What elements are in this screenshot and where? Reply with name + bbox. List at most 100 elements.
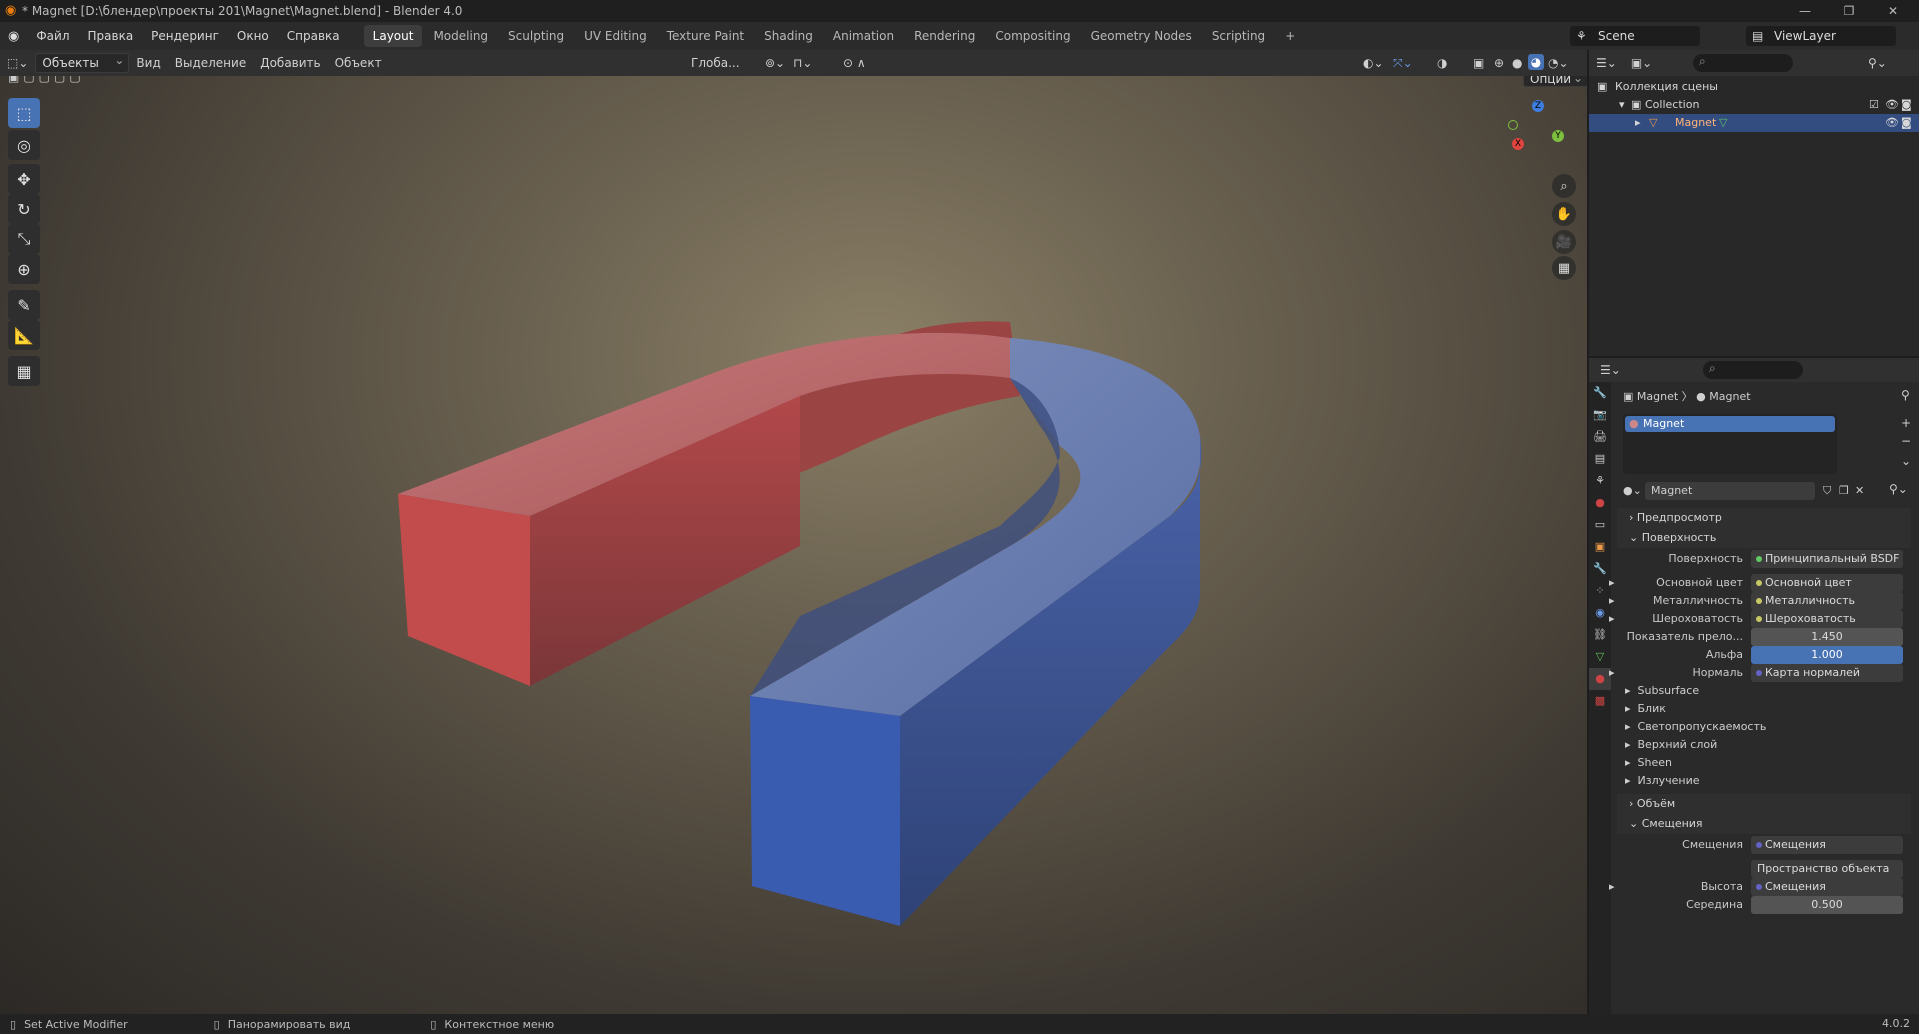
display-mode-icon[interactable]: ▣⌄ [1624, 53, 1659, 73]
displacement-field[interactable]: Смещения [1751, 836, 1903, 854]
ortho-grid-icon[interactable]: ▦ [1552, 256, 1576, 280]
outliner-search-input[interactable]: ⌕ [1693, 54, 1793, 72]
slot-specials-icon[interactable]: ⌄ [1901, 454, 1911, 468]
pan-hand-icon[interactable]: ✋ [1552, 202, 1576, 226]
view-layer-tab-icon[interactable]: ▤ [1589, 448, 1611, 470]
exclude-checkbox[interactable]: ☑ [1869, 96, 1879, 114]
expand-arrow-icon[interactable]: ▸ [1609, 664, 1615, 682]
menu-select[interactable]: Выделение [168, 53, 253, 73]
subpanel-subsurface[interactable]: ▸ Subsurface [1625, 682, 1699, 700]
tab-modeling[interactable]: Modeling [424, 25, 497, 47]
xray-icon[interactable]: ▣ [1466, 53, 1491, 73]
unlink-icon[interactable]: ✕ [1855, 482, 1864, 500]
gizmo-z-axis[interactable]: Z [1532, 100, 1544, 112]
camera-view-icon[interactable]: 🎥 [1552, 230, 1576, 254]
menu-render[interactable]: Рендеринг [142, 22, 228, 50]
magnet-object[interactable] [0, 76, 1587, 1014]
metallic-field[interactable]: Металличность [1751, 592, 1903, 610]
scene-selector[interactable]: ⚘ Scene [1570, 26, 1700, 46]
menu-file[interactable]: Файл [27, 22, 78, 50]
expand-arrow-icon[interactable]: ▸ [1609, 610, 1615, 628]
node-filter-icon[interactable]: ⚲⌄ [1889, 482, 1908, 496]
height-field[interactable]: Смещения [1751, 878, 1903, 896]
remove-slot-button[interactable]: − [1901, 434, 1911, 448]
material-slot-item[interactable]: ● Magnet [1625, 416, 1835, 432]
expand-arrow-icon[interactable]: ▸ [1609, 574, 1615, 592]
section-surface[interactable]: ⌄ Поверхность [1617, 528, 1911, 548]
gizmo-y-axis[interactable]: Y [1552, 130, 1564, 142]
material-slot-list[interactable]: ● Magnet [1623, 414, 1837, 474]
subpanel-emission[interactable]: ▸ Излучение [1625, 772, 1700, 790]
expand-arrow-icon[interactable]: ▾ [1619, 96, 1625, 114]
expand-arrow-icon[interactable]: ▸ [1635, 114, 1641, 132]
texture-tab-icon[interactable]: ▩ [1589, 690, 1611, 712]
tool-tab-icon[interactable]: 🔧 [1589, 382, 1611, 404]
expand-arrow-icon[interactable]: ▸ [1609, 592, 1615, 610]
close-button[interactable]: ✕ [1870, 0, 1916, 22]
constraints-tab-icon[interactable]: ⛓ [1589, 624, 1611, 646]
data-tab-icon[interactable]: ▽ [1589, 646, 1611, 668]
world-tab-icon[interactable]: ● [1589, 492, 1611, 514]
tab-layout[interactable]: Layout [363, 25, 423, 47]
tab-scripting[interactable]: Scripting [1203, 25, 1274, 47]
menu-view[interactable]: Вид [129, 53, 167, 73]
tab-animation[interactable]: Animation [824, 25, 903, 47]
shading-solid-icon[interactable]: ● [1512, 56, 1522, 70]
tab-compositing[interactable]: Compositing [986, 25, 1079, 47]
add-slot-button[interactable]: + [1901, 416, 1911, 430]
tab-geometry-nodes[interactable]: Geometry Nodes [1082, 25, 1201, 47]
properties-search-input[interactable]: ⌕ [1703, 361, 1803, 379]
render-camera-icon[interactable]: ◙ [1901, 96, 1912, 114]
output-tab-icon[interactable]: 🖨 [1589, 426, 1611, 448]
menu-object[interactable]: Объект [328, 53, 389, 73]
menu-edit[interactable]: Правка [79, 22, 143, 50]
section-preview[interactable]: › Предпросмотр [1617, 508, 1911, 528]
blender-menu-icon[interactable]: ◉ [0, 29, 27, 44]
visibility-eye-icon[interactable]: 👁 [1885, 114, 1899, 132]
section-volume[interactable]: › Объём [1617, 794, 1911, 814]
gizmo-neg-x-axis[interactable] [1508, 120, 1518, 130]
outliner-type-icon[interactable]: ☰⌄ [1589, 53, 1624, 73]
zoom-icon[interactable]: ⌕ [1552, 174, 1576, 198]
editor-type-icon[interactable]: ⬚⌄ [0, 53, 35, 73]
magnet-object-row[interactable]: ▸ ▽ Magnet ▽ 👁 ◙ [1589, 114, 1919, 132]
subpanel-coat[interactable]: ▸ Верхний слой [1625, 736, 1717, 754]
normal-field[interactable]: Карта нормалей [1751, 664, 1903, 682]
particles-tab-icon[interactable]: ⁘ [1589, 580, 1611, 602]
3d-viewport[interactable]: ▣▢▢▢▢ Опции ⬚ ◎ ✥ ↻ ⤡ ⊕ ✎ 📐 ▦ [0, 76, 1587, 1014]
menu-window[interactable]: Окно [228, 22, 278, 50]
modifier-tab-icon[interactable]: 🔧 [1589, 558, 1611, 580]
overlay-toggle-icon[interactable]: ◑ [1430, 53, 1454, 73]
physics-tab-icon[interactable]: ◉ [1589, 602, 1611, 624]
tab-texture-paint[interactable]: Texture Paint [658, 25, 753, 47]
scene-collection-row[interactable]: ▣ Коллекция сцены [1589, 78, 1919, 96]
shading-rendered-icon[interactable]: ◔⌄ [1548, 56, 1569, 70]
subpanel-transmission[interactable]: ▸ Светопропускаемость [1625, 718, 1766, 736]
visibility-eye-icon[interactable]: 👁 [1885, 96, 1899, 114]
menu-add[interactable]: Добавить [253, 53, 327, 73]
midlevel-field[interactable]: 0.500 [1751, 896, 1903, 914]
fake-user-icon[interactable]: ⛉ [1823, 482, 1831, 500]
surface-shader-field[interactable]: Принципиальный BSDF [1751, 550, 1903, 568]
tab-sculpting[interactable]: Sculpting [499, 25, 573, 47]
subpanel-sheen[interactable]: ▸ Sheen [1625, 754, 1672, 772]
shading-material-icon[interactable]: ◕ [1528, 54, 1544, 70]
shading-wireframe-icon[interactable]: ⊕ [1494, 56, 1504, 70]
maximize-button[interactable]: ❐ [1826, 0, 1872, 22]
alpha-field[interactable]: 1.000 [1751, 646, 1903, 664]
material-browse-icon[interactable]: ●⌄ [1623, 484, 1642, 497]
space-dropdown[interactable]: Пространство объекта [1751, 860, 1903, 878]
tab-uv-editing[interactable]: UV Editing [575, 25, 656, 47]
navigation-gizmo[interactable]: Z Y X [1508, 100, 1568, 160]
roughness-field[interactable]: Шероховатость [1751, 610, 1903, 628]
scene-tab-icon[interactable]: ⚘ [1589, 470, 1611, 492]
pin-icon[interactable]: ⚲ [1901, 388, 1910, 402]
material-datablock[interactable]: ●⌄ Magnet ⛉ ❐ ✕ [1623, 482, 1881, 500]
render-camera-icon[interactable]: ◙ [1901, 114, 1912, 132]
filter-icon[interactable]: ⚲⌄ [1861, 53, 1894, 73]
minimize-button[interactable]: — [1782, 0, 1828, 22]
viewlayer-selector[interactable]: ▤ ViewLayer [1746, 26, 1896, 46]
collection-row[interactable]: ▾ ▣ Collection ☑ 👁 ◙ [1589, 96, 1919, 114]
tab-rendering[interactable]: Rendering [905, 25, 984, 47]
base-color-field[interactable]: Основной цвет [1751, 574, 1903, 592]
